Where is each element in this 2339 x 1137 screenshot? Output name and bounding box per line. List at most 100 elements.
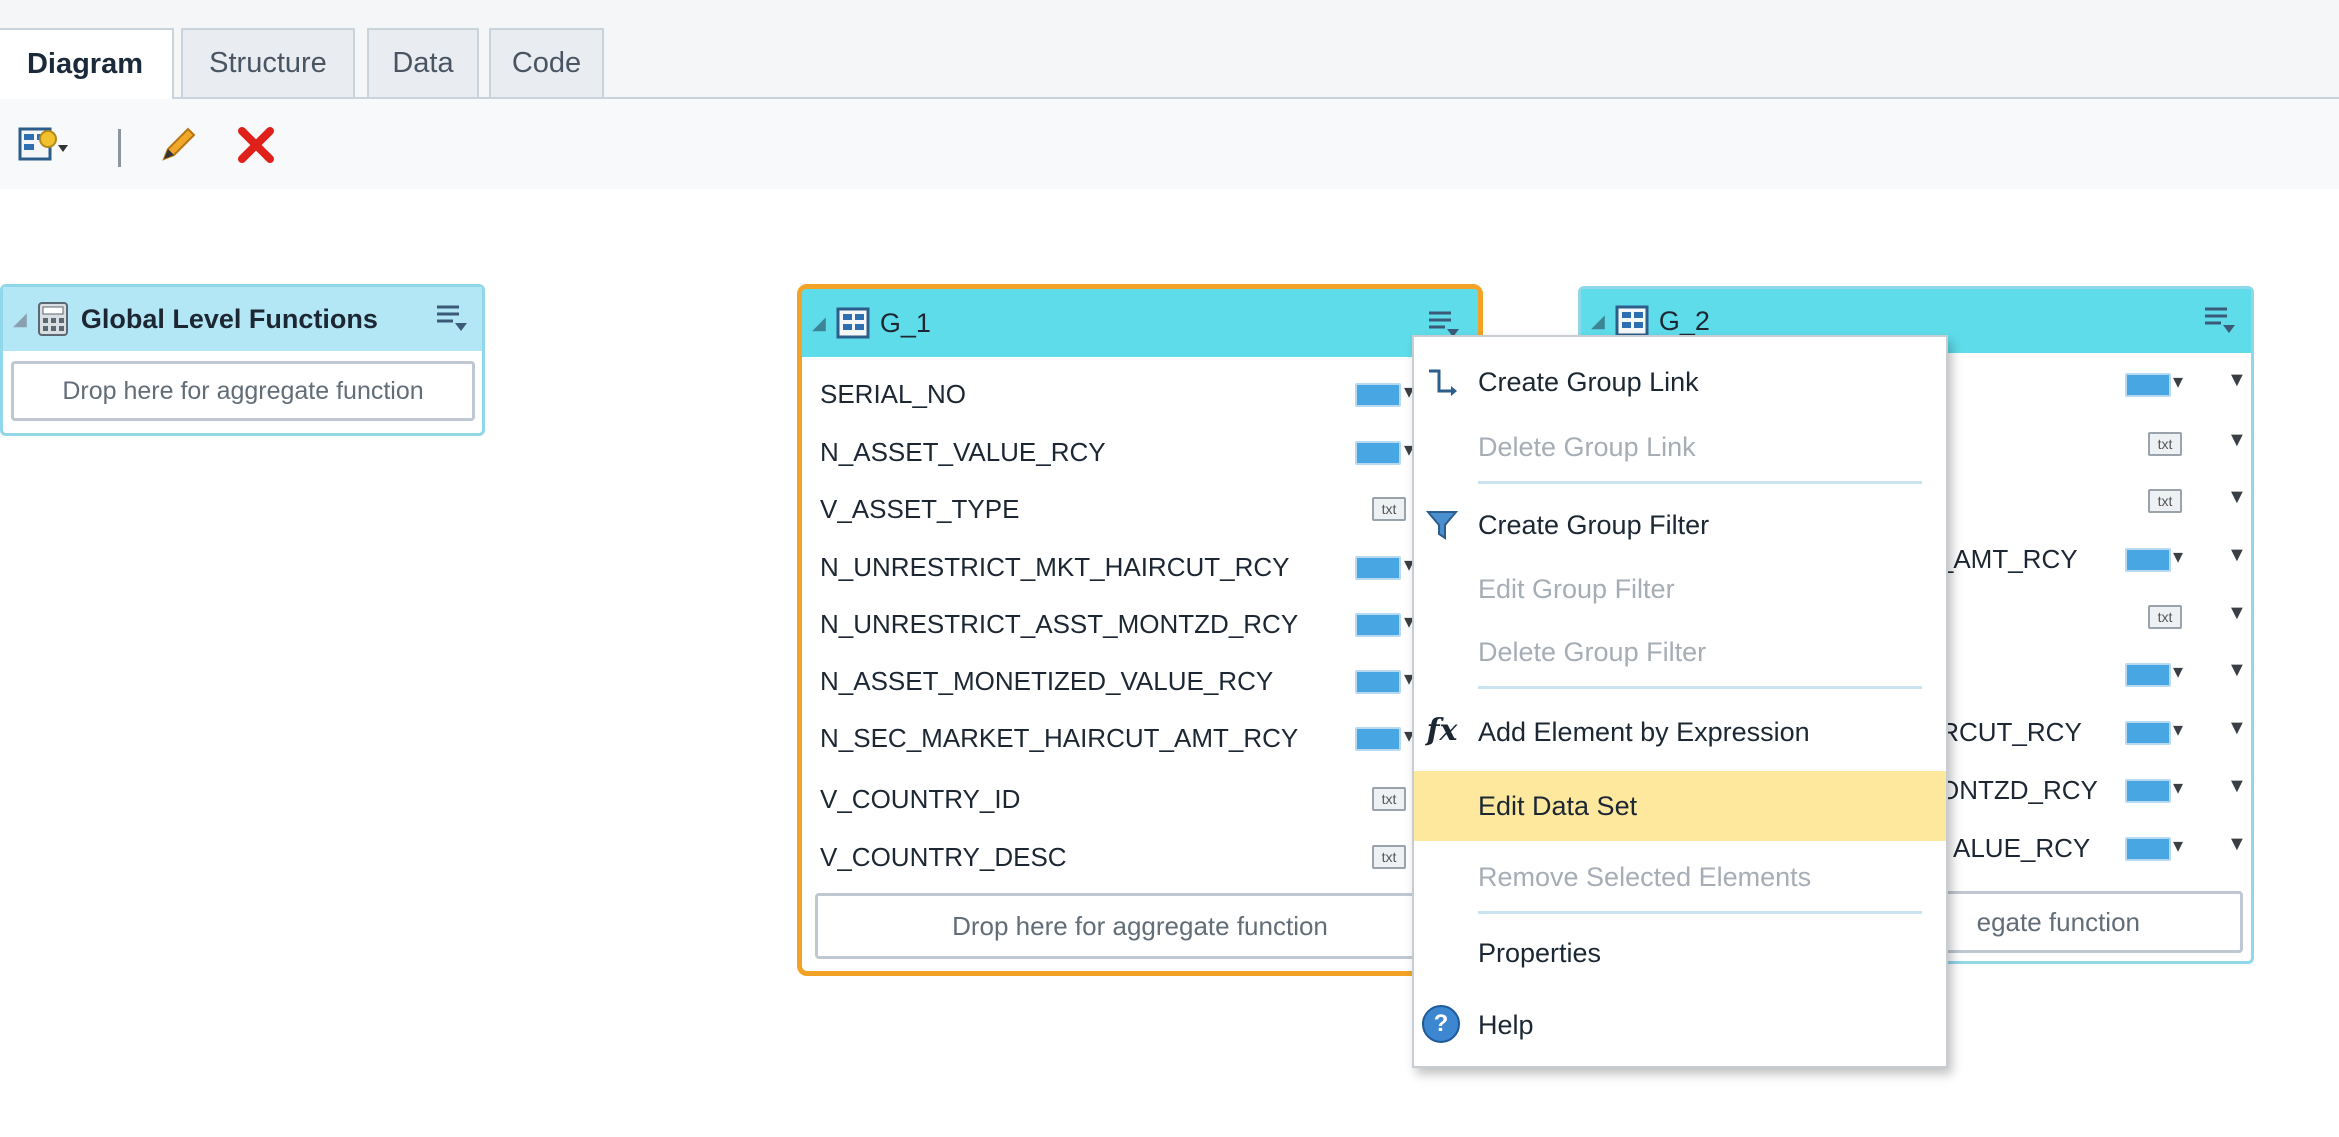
number-type-badge[interactable] [2125,548,2171,572]
text-type-badge[interactable]: txt [1372,845,1406,869]
g1-header: ◢ G_1 [802,289,1478,357]
tab-diagram[interactable]: Diagram [0,28,174,99]
global-panel-title: Global Level Functions [80,303,378,334]
element-name: N_ASSET_VALUE_RCY [820,436,1106,467]
row-menu-arrow[interactable]: ▼ [2227,544,2247,567]
g1-row-v-country-desc[interactable]: V_COUNTRY_DESC [820,828,1067,886]
g1-row-n-unrestrict-mkt-haircut-rcy[interactable]: N_UNRESTRICT_MKT_HAIRCUT_RCY [820,538,1290,596]
group-g1-panel[interactable]: ◢ G_1 SERIAL_NO ▾ N_ASSET_VALUE_RCY ▾ V_… [797,284,1483,976]
g1-row-v-asset-type[interactable]: V_ASSET_TYPE [820,480,1019,538]
tab-structure[interactable]: Structure [181,28,355,97]
g1-row-v-country-id[interactable]: V_COUNTRY_ID [820,770,1020,828]
g2-row-partial[interactable]: IRCUT_RCY [1933,703,2082,761]
group-icon [836,307,870,339]
collapse-triangle-icon[interactable]: ◢ [812,313,826,334]
panel-menu-icon[interactable] [435,303,469,340]
number-type-badge[interactable] [2125,837,2171,861]
menu-item-label: Delete Group Link [1478,431,1696,462]
number-type-badge[interactable] [1355,727,1401,751]
calculator-icon [37,302,68,336]
row-menu-arrow[interactable]: ▼ [2227,833,2247,856]
row-menu-arrow[interactable]: ▼ [2227,486,2247,509]
text-type-badge[interactable]: txt [2148,489,2182,513]
collapse-triangle-icon[interactable]: ◢ [1591,311,1605,332]
g1-title: G_1 [879,307,931,338]
chevron-down-icon[interactable]: ▾ [2173,659,2183,684]
g2-row-partial[interactable]: ALUE_RCY [1953,819,2090,877]
chevron-down-icon[interactable]: ▾ [2173,544,2183,569]
panel-menu-icon[interactable] [2203,305,2237,342]
row-menu-arrow[interactable]: ▼ [2227,659,2247,682]
data-set-icon[interactable] [18,125,78,165]
row-menu-arrow[interactable]: ▼ [2227,602,2247,625]
toolbar [0,99,2339,189]
menu-item-label: Properties [1478,937,1602,968]
menu-item-edit-data-set[interactable]: Edit Data Set [1414,771,1946,841]
g1-row-n-sec-market-haircut-amt-rcy[interactable]: N_SEC_MARKET_HAIRCUT_AMT_RCY [820,709,1298,767]
menu-item-label: Create Group Link [1478,366,1699,397]
element-name: ALUE_RCY [1953,832,2091,863]
fx-icon: fx [1426,712,1458,748]
tab-data[interactable]: Data [367,28,479,97]
number-type-badge[interactable] [2125,373,2171,397]
global-drop-zone[interactable]: Drop here for aggregate function [11,361,475,421]
text-type-badge[interactable]: txt [2148,432,2182,456]
chevron-down-icon[interactable]: ▾ [2173,833,2183,858]
menu-item-edit-group-filter[interactable]: Edit Group Filter [1414,561,1946,617]
row-menu-arrow[interactable]: ▼ [2227,775,2247,798]
row-menu-arrow[interactable]: ▼ [2227,369,2247,392]
element-name: N_ASSET_MONETIZED_VALUE_RCY [820,665,1274,696]
g1-row-n-asset-value-rcy[interactable]: N_ASSET_VALUE_RCY [820,423,1106,481]
menu-item-properties[interactable]: Properties [1414,925,1946,981]
menu-item-remove-selected-elements[interactable]: Remove Selected Elements [1414,849,1946,905]
number-type-badge[interactable] [1355,613,1401,637]
toolbar-separator [118,129,121,167]
text-type-badge[interactable]: txt [1372,497,1406,521]
group-icon [1615,305,1649,337]
text-type-badge[interactable]: txt [1372,787,1406,811]
chevron-down-icon[interactable]: ▾ [2173,369,2183,394]
collapse-triangle-icon[interactable]: ◢ [13,309,27,330]
menu-item-label: Help [1478,1009,1534,1040]
number-type-badge[interactable] [1355,670,1401,694]
number-type-badge[interactable] [2125,779,2171,803]
menu-item-create-group-link[interactable]: Create Group Link [1414,354,1946,410]
element-name: N_UNRESTRICT_MKT_HAIRCUT_RCY [820,551,1290,582]
number-type-badge[interactable] [1355,441,1401,465]
global-panel-header: ◢ Global Level Functions [3,287,482,351]
menu-item-delete-group-filter[interactable]: Delete Group Filter [1414,624,1946,680]
delete-x-icon[interactable] [236,125,276,165]
element-name: IRCUT_RCY [1933,716,2082,747]
menu-item-label: Remove Selected Elements [1478,861,1812,892]
menu-item-delete-group-link[interactable]: Delete Group Link [1414,419,1946,475]
number-type-badge[interactable] [1355,556,1401,580]
menu-separator [1478,481,1922,484]
context-menu: Create Group Link Delete Group Link Crea… [1412,335,1948,1068]
row-menu-arrow[interactable]: ▼ [2227,429,2247,452]
pencil-icon[interactable] [158,123,200,165]
g2-title: G_2 [1658,305,1710,336]
g2-row-partial[interactable]: ONTZD_RCY [1939,761,2098,819]
number-type-badge[interactable] [1355,383,1401,407]
menu-item-create-group-filter[interactable]: Create Group Filter [1414,497,1946,553]
menu-separator [1478,686,1922,689]
tab-code[interactable]: Code [489,28,604,97]
number-type-badge[interactable] [2125,663,2171,687]
menu-item-help[interactable]: ? Help [1414,997,1946,1053]
help-icon: ? [1422,1005,1460,1043]
menu-item-label: Edit Data Set [1478,790,1638,821]
g1-drop-zone[interactable]: Drop here for aggregate function [815,893,1465,959]
menu-item-label: Add Element by Expression [1478,716,1810,747]
number-type-badge[interactable] [2125,721,2171,745]
element-name: N_SEC_MARKET_HAIRCUT_AMT_RCY [820,722,1299,753]
menu-item-add-element-by-expression[interactable]: fx Add Element by Expression [1414,704,1946,760]
g1-row-n-asset-monetized-value-rcy[interactable]: N_ASSET_MONETIZED_VALUE_RCY [820,652,1273,710]
chevron-down-icon[interactable]: ▾ [2173,775,2183,800]
g1-row-n-unrestrict-asst-montzd-rcy[interactable]: N_UNRESTRICT_ASST_MONTZD_RCY [820,595,1298,653]
chevron-down-icon[interactable]: ▾ [2173,717,2183,742]
row-menu-arrow[interactable]: ▼ [2227,717,2247,740]
element-name: ONTZD_RCY [1939,774,2098,805]
g1-row-serial-no[interactable]: SERIAL_NO [820,365,966,423]
text-type-badge[interactable]: txt [2148,605,2182,629]
group-link-icon [1422,362,1462,402]
